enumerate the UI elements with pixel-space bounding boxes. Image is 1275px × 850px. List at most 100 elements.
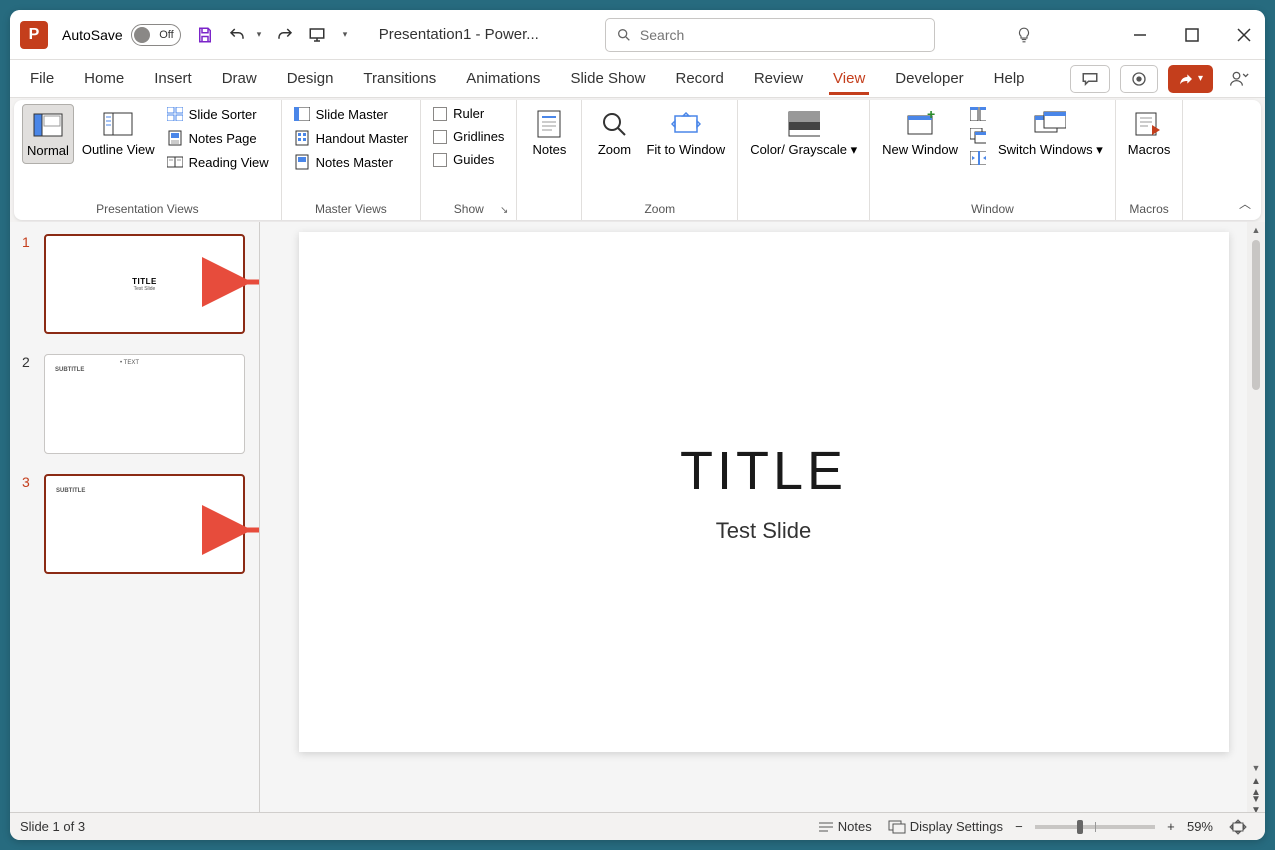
outline-view-label: Outline View: [82, 142, 155, 158]
slide-master-icon: [294, 106, 310, 122]
search-box[interactable]: [605, 18, 935, 52]
outline-view-button[interactable]: Outline View: [78, 104, 159, 162]
group-master-views: Slide Master Handout Master Notes Master…: [282, 100, 422, 220]
tab-file[interactable]: File: [26, 64, 58, 93]
undo-button[interactable]: [225, 23, 249, 47]
handout-master-button[interactable]: Handout Master: [290, 128, 413, 148]
ribbon: Normal Outline View Slide Sorter Notes P…: [14, 100, 1261, 220]
fit-icon: [1229, 819, 1247, 835]
fit-to-window-statusbar-button[interactable]: [1229, 819, 1247, 835]
tab-insert[interactable]: Insert: [150, 64, 196, 93]
collapse-ribbon-button[interactable]: ︿: [1239, 195, 1251, 212]
thumbnail-slide-3[interactable]: SUBTITLE: [44, 474, 245, 574]
slide-canvas[interactable]: TITLE Test Slide: [299, 232, 1229, 752]
tab-design[interactable]: Design: [283, 64, 338, 93]
autosave-toggle[interactable]: Off: [131, 24, 181, 46]
tab-slideshow[interactable]: Slide Show: [566, 64, 649, 93]
search-input[interactable]: [640, 27, 924, 43]
tab-help[interactable]: Help: [990, 64, 1029, 93]
comments-button[interactable]: [1070, 65, 1110, 93]
notes-page-label: Notes Page: [189, 131, 257, 146]
slide-sorter-button[interactable]: Slide Sorter: [163, 104, 273, 124]
tips-button[interactable]: [1015, 26, 1033, 44]
present-from-beginning-button[interactable]: [305, 23, 329, 47]
switch-windows-button[interactable]: Switch Windows ▾: [994, 104, 1107, 162]
group-zoom: Zoom Fit to Window Zoom: [582, 100, 738, 220]
arrange-all-button[interactable]: [966, 104, 990, 124]
document-title[interactable]: Presentation1 - Power...: [379, 26, 539, 43]
thumbnail-pane[interactable]: 1 TITLE Test Slide 2 SUBTITLE • TEXT 3: [10, 222, 260, 812]
fit-to-window-button[interactable]: Fit to Window: [642, 104, 729, 162]
macros-button[interactable]: Macros: [1124, 104, 1175, 162]
autosave-control[interactable]: AutoSave Off: [62, 24, 181, 46]
color-grayscale-button[interactable]: Color/ Grayscale ▾: [746, 104, 861, 162]
notes-master-button[interactable]: Notes Master: [290, 152, 413, 172]
vertical-scrollbar[interactable]: ▲ ▼ ▲▲ ▼▼: [1247, 222, 1265, 812]
thumbnail-slide-1[interactable]: TITLE Test Slide: [44, 234, 245, 334]
sb-notes-button[interactable]: Notes: [818, 819, 872, 834]
cascade-button[interactable]: [966, 126, 990, 146]
reading-view-icon: [167, 154, 183, 170]
statusbar: Slide 1 of 3 Notes Display Settings − + …: [10, 812, 1265, 840]
zoom-handle[interactable]: [1077, 820, 1083, 834]
notes-button[interactable]: Notes: [525, 104, 573, 162]
scroll-down-button[interactable]: ▼: [1247, 760, 1265, 776]
maximize-button[interactable]: [1181, 24, 1203, 46]
share-button[interactable]: ▾: [1168, 65, 1213, 93]
slide-master-button[interactable]: Slide Master: [290, 104, 413, 124]
tab-review[interactable]: Review: [750, 64, 807, 93]
save-button[interactable]: [193, 23, 217, 47]
tab-developer[interactable]: Developer: [891, 64, 967, 93]
slide-subtitle[interactable]: Test Slide: [716, 518, 811, 544]
guides-label: Guides: [453, 152, 494, 167]
next-slide-button[interactable]: ▼▼: [1251, 794, 1261, 812]
reading-view-button[interactable]: Reading View: [163, 152, 273, 172]
sb-display-settings-button[interactable]: Display Settings: [888, 819, 1003, 834]
qat-customize[interactable]: ▾: [343, 29, 351, 40]
thumbnail-row-2: 2 SUBTITLE • TEXT: [22, 354, 245, 454]
slide-editor[interactable]: TITLE Test Slide: [260, 222, 1247, 812]
prev-slide-button[interactable]: ▲▲: [1251, 776, 1261, 794]
ruler-checkbox[interactable]: Ruler: [429, 104, 508, 123]
thumbnail-number: 2: [22, 354, 34, 370]
thumb-subtitle: SUBTITLE: [55, 367, 84, 373]
account-icon[interactable]: [1229, 69, 1249, 89]
scroll-up-button[interactable]: ▲: [1247, 222, 1265, 238]
redo-button[interactable]: [273, 23, 297, 47]
scrollbar-thumb[interactable]: [1252, 240, 1260, 390]
slide-master-label: Slide Master: [316, 107, 388, 122]
zoom-button[interactable]: Zoom: [590, 104, 638, 162]
notes-master-icon: [294, 154, 310, 170]
macros-icon: [1133, 108, 1165, 140]
tab-draw[interactable]: Draw: [218, 64, 261, 93]
tab-view[interactable]: View: [829, 64, 869, 93]
tab-transitions[interactable]: Transitions: [359, 64, 440, 93]
ribbon-tabs: File Home Insert Draw Design Transitions…: [10, 60, 1265, 98]
normal-view-button[interactable]: Normal: [22, 104, 74, 164]
cascade-icon: [970, 128, 986, 144]
notes-page-button[interactable]: Notes Page: [163, 128, 273, 148]
tab-record[interactable]: Record: [671, 64, 727, 93]
new-window-button[interactable]: + New Window: [878, 104, 962, 162]
show-launcher[interactable]: ↘: [500, 205, 508, 216]
tab-home[interactable]: Home: [80, 64, 128, 93]
gridlines-checkbox[interactable]: Gridlines: [429, 127, 508, 146]
close-button[interactable]: [1233, 24, 1255, 46]
slide-counter[interactable]: Slide 1 of 3: [20, 819, 85, 834]
zoom-in-button[interactable]: +: [1163, 819, 1179, 834]
thumbnail-slide-2[interactable]: SUBTITLE • TEXT: [44, 354, 245, 454]
zoom-percent[interactable]: 59%: [1187, 819, 1213, 834]
zoom-tick: [1095, 822, 1096, 832]
group-macros: Macros Macros: [1116, 100, 1184, 220]
tab-right-controls: ▾: [1070, 65, 1249, 93]
guides-checkbox[interactable]: Guides: [429, 150, 508, 169]
cameo-button[interactable]: [1120, 65, 1158, 93]
undo-dropdown[interactable]: ▾: [257, 29, 265, 40]
slide-title[interactable]: TITLE: [680, 440, 847, 502]
zoom-slider[interactable]: [1035, 825, 1155, 829]
zoom-label: Zoom: [598, 142, 631, 158]
move-split-button[interactable]: [966, 148, 990, 168]
zoom-out-button[interactable]: −: [1011, 819, 1027, 834]
minimize-button[interactable]: [1129, 24, 1151, 46]
tab-animations[interactable]: Animations: [462, 64, 544, 93]
